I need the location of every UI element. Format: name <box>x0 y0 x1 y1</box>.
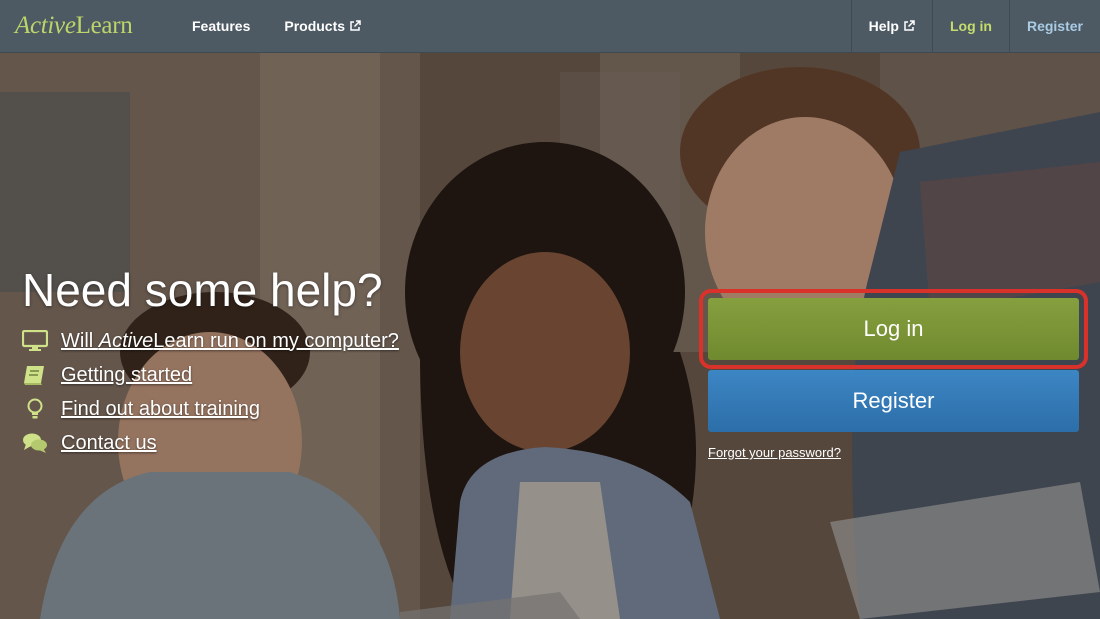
help-title: Need some help? <box>22 264 383 316</box>
book-icon <box>24 366 44 385</box>
top-navbar: ActiveLearn Features Products Help Log i… <box>0 0 1100 53</box>
lightbulb-icon <box>27 398 43 419</box>
nav-features[interactable]: Features <box>175 0 267 52</box>
nav-products[interactable]: Products <box>267 0 378 52</box>
logo-text-active: Active <box>15 12 76 39</box>
external-link-icon <box>904 20 915 31</box>
account-nav: Help Log in Register <box>850 0 1100 52</box>
help-links: Will ActiveLearn run on my computer? Get… <box>22 324 399 460</box>
help-item-contact: Contact us <box>22 426 399 460</box>
login-button[interactable]: Log in <box>708 298 1079 360</box>
help-link-computer-emph: Active <box>98 329 154 352</box>
register-button[interactable]: Register <box>708 370 1079 432</box>
help-item-getting-started: Getting started <box>22 358 399 392</box>
nav-register[interactable]: Register <box>1008 0 1100 52</box>
nav-login[interactable]: Log in <box>931 0 1009 52</box>
monitor-icon <box>22 330 48 351</box>
help-section: Need some help? Will ActiveLearn run on … <box>22 262 399 460</box>
help-item-training: Find out about training <box>22 392 399 426</box>
activelearn-logo[interactable]: ActiveLearn <box>15 10 133 42</box>
nav-help-label: Help <box>868 18 899 34</box>
nav-help[interactable]: Help <box>850 0 932 52</box>
help-link-computer-pre: Will <box>61 329 99 352</box>
nav-products-label: Products <box>284 18 346 34</box>
speech-bubbles-icon <box>23 433 47 453</box>
help-item-computer: Will ActiveLearn run on my computer? <box>22 324 399 358</box>
external-link-icon <box>350 20 361 31</box>
auth-panel: Log in Register Forgot your password? <box>699 289 1088 462</box>
help-link-contact[interactable]: Contact us <box>61 432 157 455</box>
nav-features-label: Features <box>192 18 251 34</box>
help-link-computer-post: Learn run on my computer? <box>153 329 399 352</box>
logo-text-learn: Learn <box>75 12 133 39</box>
help-link-computer[interactable]: Will ActiveLearn run on my computer? <box>61 330 399 353</box>
forgot-password-link[interactable]: Forgot your password? <box>708 445 841 460</box>
help-link-training[interactable]: Find out about training <box>61 398 260 421</box>
primary-nav: Features Products <box>175 0 378 52</box>
help-link-getting-started[interactable]: Getting started <box>61 364 192 387</box>
